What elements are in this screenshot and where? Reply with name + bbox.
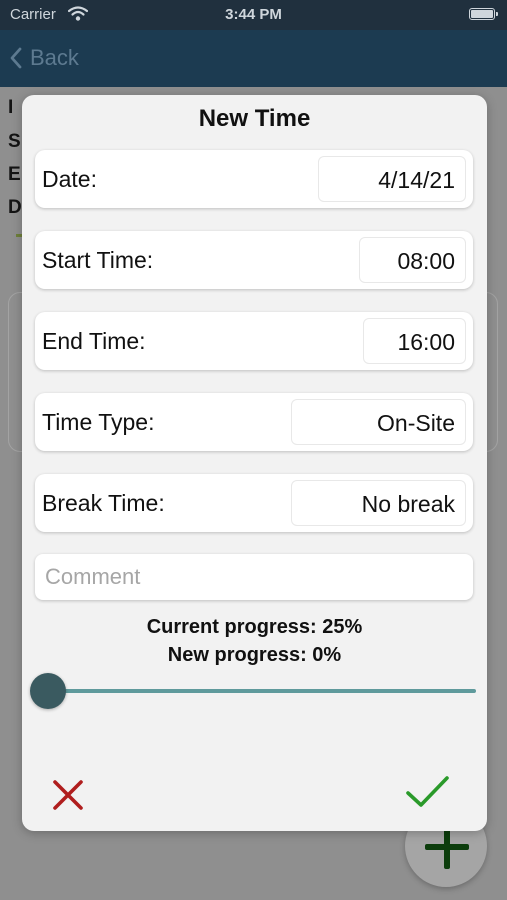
slider-thumb[interactable] [30, 673, 66, 709]
current-progress-text: Current progress: 25% [146, 616, 363, 638]
time-type-row: Time Type: On-Site [35, 393, 473, 451]
start-time-field[interactable]: 08:00 [359, 237, 466, 283]
checkmark-icon [406, 776, 449, 807]
time-type-label: Time Type: [42, 409, 155, 435]
back-label: Back [30, 45, 79, 70]
start-time-label: Start Time: [42, 247, 154, 273]
break-time-label: Break Time: [42, 490, 165, 516]
comment-field[interactable] [35, 554, 473, 600]
status-time: 3:44 PM [225, 6, 282, 23]
time-type-select[interactable]: On-Site [291, 399, 466, 445]
date-label: Date: [42, 166, 97, 192]
progress-slider[interactable] [30, 673, 476, 709]
date-row: Date: 4/14/21 [35, 150, 473, 208]
break-time-select[interactable]: No break [291, 480, 466, 526]
new-progress-text: New progress: 0% [167, 644, 342, 666]
battery-icon [469, 8, 498, 20]
new-time-dialog: New Time Date: 4/14/21 Start Time: 08:00… [22, 95, 487, 831]
back-button[interactable]: Back [10, 44, 79, 72]
end-time-label: End Time: [42, 328, 146, 354]
plus-icon-bar [425, 844, 469, 850]
end-time-row: End Time: 16:00 [35, 312, 473, 370]
slider-track [48, 689, 476, 693]
start-time-row: Start Time: 08:00 [35, 231, 473, 289]
cancel-button[interactable] [48, 775, 88, 815]
end-time-field[interactable]: 16:00 [363, 318, 466, 364]
background-label: S [8, 131, 21, 152]
comment-input[interactable] [35, 554, 473, 600]
close-icon [53, 780, 83, 810]
background-label: D [8, 197, 22, 218]
status-bar: Carrier 3:44 PM [0, 0, 507, 30]
background-label: E [8, 164, 21, 185]
save-button[interactable] [402, 770, 452, 815]
background-label: I [8, 97, 14, 118]
chevron-left-icon [10, 47, 22, 69]
dialog-title: New Time [198, 105, 311, 132]
date-field[interactable]: 4/14/21 [318, 156, 466, 202]
break-time-row: Break Time: No break [35, 474, 473, 532]
navigation-bar: Back [0, 30, 507, 87]
